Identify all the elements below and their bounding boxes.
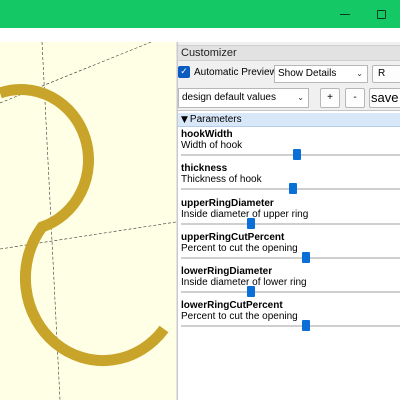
parameter-name: lowerRingDiameter	[181, 266, 273, 277]
parameter-slider-thumb[interactable]	[247, 218, 256, 229]
parameter-thickness: thickness Thickness of hook	[178, 163, 400, 197]
customizer-title: Customizer	[178, 45, 400, 61]
parameter-name: hookWidth	[181, 129, 233, 140]
remove-preset-button[interactable]: -	[345, 88, 365, 108]
save-preset-button[interactable]: save	[369, 88, 400, 108]
parameter-description: Percent to cut the opening	[181, 311, 298, 322]
window-titlebar	[0, 0, 400, 28]
parameter-lowerRingDiameter: lowerRingDiameter Inside diameter of low…	[178, 266, 400, 300]
hook-model	[0, 84, 169, 367]
details-select-value: Show Details	[278, 68, 337, 79]
parameter-hookWidth: hookWidth Width of hook	[178, 129, 400, 163]
parameter-description: Percent to cut the opening	[181, 243, 298, 254]
parameter-description: Width of hook	[181, 140, 243, 151]
automatic-preview-label: Automatic Preview	[194, 67, 277, 78]
parameter-slider-track[interactable]	[181, 257, 400, 259]
customizer-panel: Customizer ✓ Automatic Preview Show Deta…	[178, 42, 400, 400]
collapse-triangle-icon: ▼	[181, 115, 188, 125]
parameter-slider-thumb[interactable]	[288, 183, 297, 194]
parameters-group-header[interactable]: ▼ Parameters	[178, 113, 400, 127]
add-preset-button[interactable]: +	[320, 88, 340, 108]
viewport-canvas	[0, 42, 176, 400]
parameter-description: Inside diameter of upper ring	[181, 209, 309, 220]
parameter-slider-track[interactable]	[181, 154, 400, 156]
details-select[interactable]: Show Details ⌄	[274, 65, 368, 83]
parameter-upperRingDiameter: upperRingDiameter Inside diameter of upp…	[178, 198, 400, 232]
toolbar-strip	[0, 28, 400, 42]
parameter-name: lowerRingCutPercent	[181, 300, 283, 311]
automatic-preview-checkbox[interactable]: ✓	[178, 66, 190, 78]
parameters-header-label: Parameters	[189, 114, 242, 125]
parameter-lowerRingCutPercent: lowerRingCutPercent Percent to cut the o…	[178, 300, 400, 334]
parameter-description: Thickness of hook	[181, 174, 262, 185]
chevron-down-icon: ⌄	[356, 69, 363, 78]
minimize-icon	[340, 13, 350, 15]
3d-viewport[interactable]	[0, 42, 176, 400]
reset-button[interactable]: R	[372, 65, 400, 83]
parameter-slider-thumb[interactable]	[247, 286, 256, 297]
parameters-list: ▼ Parameters hookWidth Width of hook thic…	[178, 110, 400, 400]
parameter-description: Inside diameter of lower ring	[181, 277, 307, 288]
parameter-slider-thumb[interactable]	[301, 252, 310, 263]
preset-select[interactable]: design default values ⌄	[178, 88, 309, 108]
maximize-button[interactable]	[370, 4, 392, 24]
preset-select-value: design default values	[182, 92, 276, 103]
parameter-name: upperRingDiameter	[181, 198, 274, 209]
parameter-slider-track[interactable]	[181, 223, 400, 225]
parameter-slider-thumb[interactable]	[293, 149, 302, 160]
minimize-button[interactable]	[334, 4, 356, 24]
maximize-icon	[376, 9, 386, 19]
parameter-slider-track[interactable]	[181, 291, 400, 293]
parameter-name: upperRingCutPercent	[181, 232, 285, 243]
parameter-name: thickness	[181, 163, 228, 174]
check-icon: ✓	[180, 66, 188, 77]
parameter-upperRingCutPercent: upperRingCutPercent Percent to cut the o…	[178, 232, 400, 266]
chevron-down-icon: ⌄	[297, 93, 304, 102]
parameter-slider-track[interactable]	[181, 325, 400, 327]
parameter-slider-thumb[interactable]	[301, 320, 310, 331]
